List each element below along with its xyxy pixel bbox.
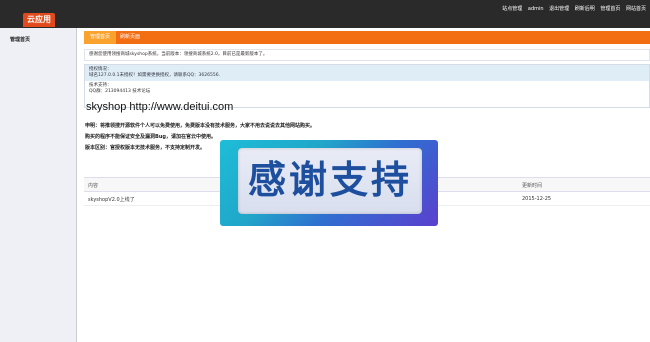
page-title: skyshop http://www.deitui.com [86, 101, 234, 113]
table-cell-date: 2015-12-25 [522, 196, 552, 202]
auth-text: 域名127.0.0.1未授权！如需要更换授权，请联系QQ：3626556. [89, 73, 221, 78]
link-site-manage[interactable]: 站点管理 [502, 6, 522, 12]
link-site-home[interactable]: 网站首页 [626, 6, 646, 12]
auth-section: 授权情况： 域名127.0.0.1未授权！如需要更换授权，请联系QQ：36265… [85, 65, 649, 81]
tab-admin-home[interactable]: 管理首页 [84, 31, 117, 44]
sidebar-item-admin-home[interactable]: 管理首页 [10, 36, 30, 43]
column-header-update-time: 更新时间 [522, 183, 543, 189]
support-text: QQ群：213094413 技术论坛 [89, 89, 151, 94]
sidebar: 管理首页 [0, 28, 77, 342]
link-refresh[interactable]: 刷新后明 [575, 6, 595, 12]
top-links: 站点管理 admin 退出管理 刷新后明 管理首页 网站首页 [498, 5, 646, 12]
statement-line: 购买的程序不能保证安全及漏洞Bug，请加在官云中使用。 [85, 134, 216, 140]
table-cell-content: skyshopV2.0上线了 [88, 197, 135, 203]
column-header-content: 内容 [88, 183, 99, 189]
version-notice: 感谢您使用领搜商城skyshop系统，当前版本：领搜商城系统2.0，目前已是最新… [84, 49, 650, 61]
statement-line: 申明：将推领搜开源软件个人可以免费使用，免费版本没有技术服务，大家不用去说说去其… [85, 123, 316, 129]
app-logo: 云应用 [23, 13, 55, 27]
support-section: 技术支持： QQ群：213094413 技术论坛 [85, 81, 649, 97]
tab-refresh-page[interactable]: 刷新页面 [114, 31, 146, 44]
statement-line: 版本区别：官授权版本无技术服务，不支持定制开发。 [85, 145, 206, 151]
top-bar: 云应用 站点管理 admin 退出管理 刷新后明 管理首页 网站首页 [0, 0, 650, 28]
banner-text: 感谢支持 [247, 158, 412, 202]
banner-plate: 感谢支持 [238, 148, 422, 214]
tab-bar: 管理首页 刷新页面 [84, 31, 650, 44]
link-admin-home[interactable]: 管理首页 [600, 6, 620, 12]
thanks-banner: 感谢支持 [220, 140, 438, 226]
link-logout[interactable]: 退出管理 [549, 6, 569, 12]
link-admin-user[interactable]: admin [528, 6, 544, 12]
